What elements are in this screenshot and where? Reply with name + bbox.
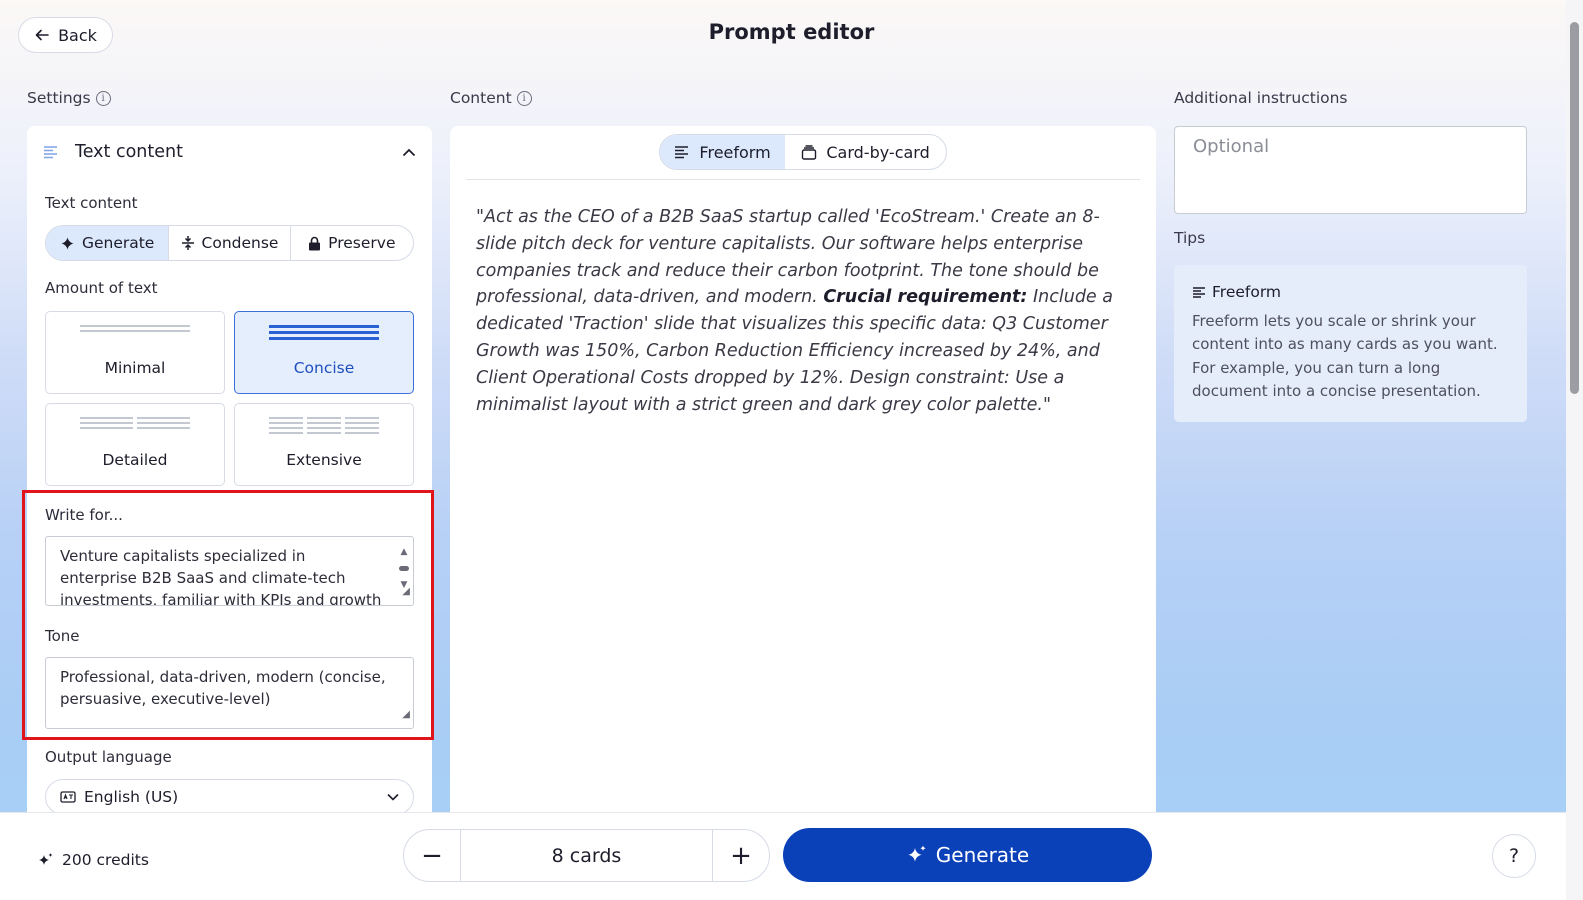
concise-preview-icon xyxy=(235,325,413,340)
amount-extensive-label: Extensive xyxy=(286,451,362,469)
sparkle-icon xyxy=(61,236,74,250)
sparkle-icon xyxy=(907,845,926,862)
card-count-value[interactable]: 8 cards xyxy=(460,830,713,881)
amount-extensive-option[interactable]: Extensive xyxy=(234,403,414,486)
tab-card-by-card[interactable]: Card-by-card xyxy=(785,135,946,169)
tips-label: Tips xyxy=(1174,229,1206,247)
page-scrollbar[interactable] xyxy=(1566,0,1583,900)
settings-panel: Text content Text content Generate Conde… xyxy=(27,126,432,826)
scroll-thumb[interactable] xyxy=(399,566,409,571)
output-language-value: English (US) xyxy=(84,788,179,806)
additional-instructions-placeholder: Optional xyxy=(1193,136,1270,157)
text-align-icon xyxy=(675,146,689,159)
chevron-up-icon[interactable] xyxy=(402,148,416,157)
write-for-label: Write for... xyxy=(45,506,123,524)
help-button[interactable]: ? xyxy=(1492,834,1536,878)
tip-title-row: Freeform xyxy=(1192,283,1509,301)
text-lines-icon xyxy=(44,146,57,159)
condense-mode-label: Condense xyxy=(201,234,279,252)
tip-title: Freeform xyxy=(1212,283,1282,301)
write-for-textarea[interactable]: Venture capitalists specialized in enter… xyxy=(45,536,414,606)
page-title: Prompt editor xyxy=(708,20,875,44)
additional-instructions-label: Additional instructions xyxy=(1174,89,1348,107)
tab-freeform[interactable]: Freeform xyxy=(660,135,786,169)
text-content-panel-header[interactable]: Text content xyxy=(43,140,416,164)
lock-icon xyxy=(309,236,321,250)
card-count-stepper: − 8 cards + xyxy=(403,829,770,882)
settings-label: Settings xyxy=(27,89,91,107)
preserve-mode-button[interactable]: Preserve xyxy=(291,226,413,260)
bottom-bar: 200 credits − 8 cards + Generate ? xyxy=(0,812,1566,900)
panel-title: Text content xyxy=(75,142,183,162)
cards-stack-icon xyxy=(802,144,817,160)
text-content-label: Text content xyxy=(45,194,138,212)
resize-handle-icon[interactable]: ◢ xyxy=(402,704,410,726)
minimal-preview-icon xyxy=(46,325,224,332)
content-label: Content xyxy=(450,89,512,107)
increase-cards-button[interactable]: + xyxy=(713,830,769,881)
decrease-cards-button[interactable]: − xyxy=(404,830,460,881)
prompt-text-bold: Crucial requirement: xyxy=(823,287,1028,308)
output-language-select[interactable]: English (US) xyxy=(45,779,414,815)
preserve-mode-label: Preserve xyxy=(328,234,396,252)
amount-detailed-label: Detailed xyxy=(102,451,168,469)
tone-value: Professional, data-driven, modern (conci… xyxy=(60,668,386,708)
resize-handle-icon[interactable]: ◢ xyxy=(402,581,410,603)
page-scroll-thumb[interactable] xyxy=(1570,22,1579,394)
content-panel: Freeform Card-by-card "Act as the CEO of… xyxy=(450,126,1156,826)
generate-mode-label: Generate xyxy=(81,234,155,252)
chevron-down-icon xyxy=(387,793,399,801)
additional-instructions-input[interactable]: Optional xyxy=(1174,126,1527,214)
amount-minimal-option[interactable]: Minimal xyxy=(45,311,225,394)
content-section-label: Content i xyxy=(450,89,532,107)
tips-card: Freeform Freeform lets you scale or shri… xyxy=(1174,265,1527,422)
info-icon[interactable]: i xyxy=(95,90,111,106)
text-align-icon xyxy=(1193,286,1205,298)
condense-mode-button[interactable]: Condense xyxy=(169,226,291,260)
amount-minimal-label: Minimal xyxy=(104,359,166,377)
amount-concise-label: Concise xyxy=(293,359,355,377)
output-language-label: Output language xyxy=(45,748,172,766)
extensive-preview-icon xyxy=(235,417,413,434)
tone-textarea[interactable]: Professional, data-driven, modern (conci… xyxy=(45,657,414,729)
sparkle-icon xyxy=(39,852,53,865)
tab-card-by-card-label: Card-by-card xyxy=(826,142,930,162)
language-icon xyxy=(60,791,76,803)
detailed-preview-icon xyxy=(46,417,224,429)
generate-button-label: Generate xyxy=(935,843,1030,867)
generate-mode-button[interactable]: Generate xyxy=(46,226,170,260)
amount-concise-option[interactable]: Concise xyxy=(234,311,414,394)
settings-section-label: Settings i xyxy=(27,89,111,107)
amount-detailed-option[interactable]: Detailed xyxy=(45,403,225,486)
amount-of-text-label: Amount of text xyxy=(45,279,158,297)
tone-label: Tone xyxy=(45,627,80,645)
condense-icon xyxy=(181,236,194,250)
text-mode-segmented-control: Generate Condense Preserve xyxy=(45,225,414,261)
credits-label: 200 credits xyxy=(62,851,149,869)
tip-body: Freeform lets you scale or shrink your c… xyxy=(1192,312,1498,400)
content-divider xyxy=(466,179,1140,180)
write-for-value: Venture capitalists specialized in enter… xyxy=(60,547,382,606)
info-icon[interactable]: i xyxy=(516,90,532,106)
prompt-text-editor[interactable]: "Act as the CEO of a B2B SaaS startup ca… xyxy=(476,204,1126,418)
credits-indicator[interactable]: 200 credits xyxy=(37,851,149,869)
scroll-up-icon[interactable]: ▲ xyxy=(401,541,408,563)
generate-button[interactable]: Generate xyxy=(783,828,1152,882)
content-mode-toggle: Freeform Card-by-card xyxy=(659,134,947,170)
tab-freeform-label: Freeform xyxy=(699,142,771,162)
